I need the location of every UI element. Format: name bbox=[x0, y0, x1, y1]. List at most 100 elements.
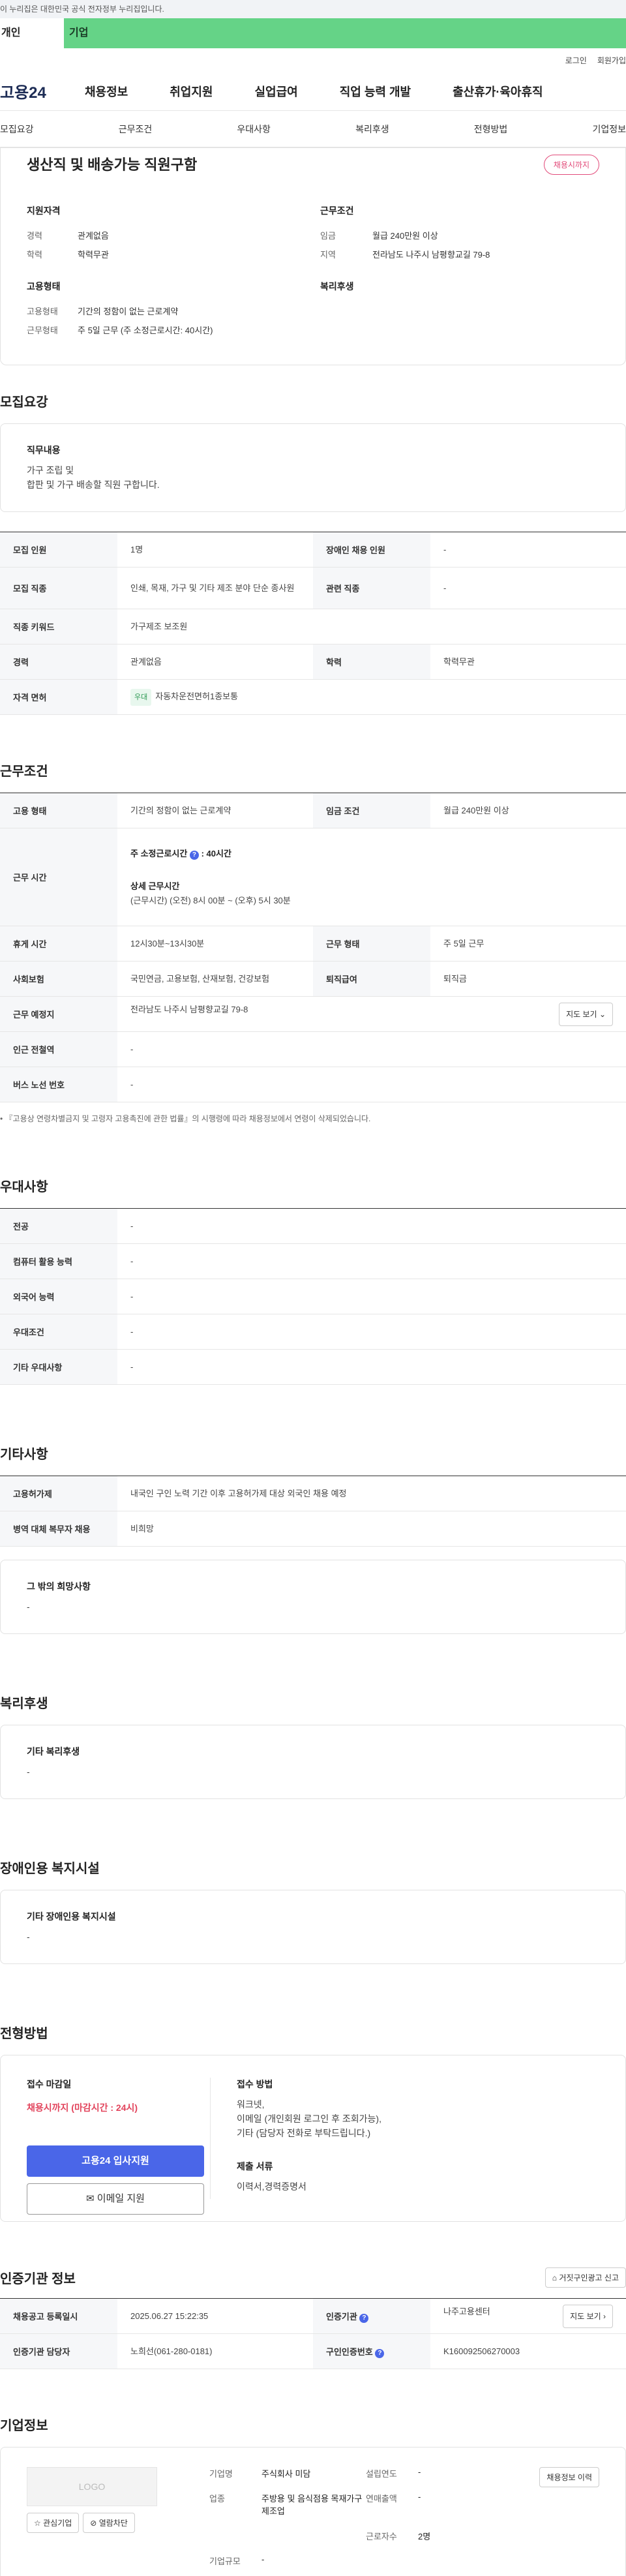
block-view-label: 열람차단 bbox=[98, 2519, 128, 2528]
chevron-down-icon: ⌄ bbox=[599, 1009, 606, 1019]
row-label: 버스 노선 번호 bbox=[0, 1067, 117, 1102]
interest-company-button[interactable]: ☆ 관심기업 bbox=[27, 2513, 80, 2533]
table-row: 경력 관계없음 학력 학력무관 bbox=[0, 644, 626, 680]
row-value: - bbox=[117, 1031, 626, 1067]
nav-employment-support[interactable]: 취업지원 bbox=[170, 83, 213, 100]
welfare-box-heading: 기타 복리후생 bbox=[27, 1746, 80, 1757]
anchor-conditions[interactable]: 근무조건 bbox=[119, 123, 153, 136]
job-history-button[interactable]: 채용정보 이력 bbox=[539, 2467, 599, 2487]
hours-week: 주 소정근로시간 ? : 40시간 bbox=[130, 847, 613, 861]
company-year-value: - bbox=[418, 2467, 421, 2477]
row-value: 노희선(061-280-0181) bbox=[117, 2333, 313, 2369]
license-value: 자동차운전면허1종보통 bbox=[155, 691, 239, 701]
row-value: 내국인 구인 노력 기간 이후 고용허가제 대상 외국인 채용 예정 bbox=[117, 1476, 626, 1511]
anchor-company[interactable]: 기업정보 bbox=[592, 123, 626, 136]
signup-link[interactable]: 회원가입 bbox=[597, 55, 626, 66]
row-label: 근무 형태 bbox=[313, 926, 430, 962]
logo[interactable]: 고용24 bbox=[0, 80, 85, 102]
row-label: 근무 시간 bbox=[0, 828, 117, 926]
anchor-process[interactable]: 전형방법 bbox=[474, 123, 508, 136]
work-wage-label: 임금 bbox=[320, 231, 336, 241]
anchor-recruit[interactable]: 모집요강 bbox=[0, 123, 34, 136]
qual-heading: 지원자격 bbox=[27, 205, 61, 216]
tab-company[interactable]: 기업 bbox=[64, 18, 626, 48]
method-line: 이메일 (개인회원 로그인 후 조회가능), bbox=[237, 2114, 381, 2124]
email-apply-button[interactable]: ✉ 이메일 지원 bbox=[27, 2183, 204, 2215]
anchor-preference[interactable]: 우대사항 bbox=[237, 123, 271, 136]
nav-maternity-leave[interactable]: 출산휴가·육아휴직 bbox=[453, 83, 543, 100]
type-shape-value: 주 5일 근무 (주 소정근로시간: 40시간) bbox=[78, 326, 213, 335]
table-row: 채용공고 등록일시 2025.06.27 15:22:35 인증기관 ? 나주고… bbox=[0, 2298, 626, 2334]
table-row: 모집 인원 1명 장애인 채용 인원 - bbox=[0, 532, 626, 568]
qual-edu-value: 학력무관 bbox=[78, 250, 109, 260]
main-nav: 고용24 채용정보 취업지원 실업급여 직업 능력 개발 출산휴가·육아휴직 bbox=[0, 72, 626, 111]
tab-personal[interactable]: 개인 bbox=[0, 18, 64, 48]
row-label: 인근 전철역 bbox=[0, 1031, 117, 1067]
agency-num-label: 구인인증번호 bbox=[326, 2346, 373, 2357]
table-row: 외국어 능력 - bbox=[0, 1279, 626, 1314]
facility-section-title: 장애인용 복지시설 bbox=[0, 1862, 100, 1876]
email-apply-label: 이메일 지원 bbox=[97, 2193, 145, 2204]
place-cell: 전라남도 나주시 남평향교길 79-8 지도 보기 ⌄ bbox=[117, 996, 626, 1032]
row-value: - bbox=[117, 1279, 626, 1314]
agency-map-button[interactable]: 지도 보기 › bbox=[563, 2304, 613, 2328]
type-shape-label: 근무형태 bbox=[27, 326, 58, 335]
row-label: 구인인증번호 ? bbox=[313, 2333, 430, 2369]
chevron-right-icon: › bbox=[603, 2311, 606, 2321]
duty-text-1: 가구 조립 및 bbox=[27, 465, 74, 476]
summary-card: 생산직 및 배송가능 직원구함 채용시까지 지원자격 경력 관계없음 학력 학력무관… bbox=[0, 147, 626, 365]
agency-section-title: 인증기관 정보 bbox=[0, 2272, 76, 2286]
block-view-button[interactable]: ⊘ 열람차단 bbox=[83, 2513, 135, 2533]
company-info-grid: 기업명 주식회사 미담 설립연도 - 업종 주방용 및 음식점용 목재가구 제조업 연… bbox=[209, 2467, 496, 2570]
hours-week-label: 주 소정근로시간 bbox=[130, 848, 188, 858]
age-note-text: 『고용상 연령차별금지 및 고령자 고용촉진에 관한 법률』의 시행령에 따라 … bbox=[5, 1114, 371, 1123]
info-icon[interactable]: ? bbox=[375, 2348, 385, 2358]
row-value: 학력무관 bbox=[430, 644, 626, 680]
recruit-table: 모집 인원 1명 장애인 채용 인원 - 모집 직종 인쇄, 목재, 가구 및 … bbox=[0, 532, 626, 715]
map-button[interactable]: 지도 보기 ⌄ bbox=[559, 1002, 613, 1026]
etc-table: 고용허가제 내국인 구인 노력 기간 이후 고용허가제 대상 외국인 채용 예정 … bbox=[0, 1476, 626, 1547]
etc-section-title: 기타사항 bbox=[0, 1447, 48, 1462]
anchor-welfare[interactable]: 복리후생 bbox=[355, 123, 389, 136]
home-icon: ⌂ bbox=[552, 2273, 557, 2282]
apply-button[interactable]: 고용24 입사지원 bbox=[27, 2145, 204, 2177]
row-label: 외국어 능력 bbox=[0, 1279, 117, 1314]
duty-text-2: 합판 및 가구 배송할 직원 구합니다. bbox=[27, 479, 160, 490]
login-link[interactable]: 로그인 bbox=[565, 55, 587, 66]
row-value: 1명 bbox=[117, 532, 313, 568]
info-icon[interactable]: ? bbox=[189, 850, 199, 860]
row-value: 기간의 정함이 없는 근로계약 bbox=[117, 793, 313, 828]
report-fake-ad-button[interactable]: ⌂ 거짓구인광고 신고 bbox=[544, 2267, 626, 2288]
hours-detail-value: (근무시간) (오전) 8시 00분 ~ (오후) 5시 30분 bbox=[130, 895, 291, 905]
type-heading: 고용형태 bbox=[27, 281, 61, 292]
table-row: 우대조건 - bbox=[0, 1314, 626, 1350]
preference-section-title: 우대사항 bbox=[0, 1180, 48, 1194]
facility-box-text: - bbox=[27, 1932, 30, 1942]
gov-banner-text: 이 누리집은 대한민국 공식 전자정부 누리집입니다. bbox=[0, 5, 164, 14]
facility-box-heading: 기타 장애인용 복지시설 bbox=[27, 1911, 116, 1922]
summary-employment-type: 고용형태 고용형태 기간의 정함이 없는 근로계약 근무형태 주 5일 근무 (주 … bbox=[27, 280, 301, 342]
mail-icon: ✉ bbox=[86, 2193, 95, 2204]
nav-jobs[interactable]: 채용정보 bbox=[85, 83, 128, 100]
row-value: 비희망 bbox=[117, 1511, 626, 1547]
nav-unemployment-benefit[interactable]: 실업급여 bbox=[255, 83, 298, 100]
row-value: 인쇄, 목재, 가구 및 기타 제조 분야 단순 종사원 bbox=[117, 567, 313, 609]
hours-cell: 주 소정근로시간 ? : 40시간 상세 근무시간 (근무시간) (오전) 8시… bbox=[117, 828, 626, 926]
company-industry-label: 업종 bbox=[209, 2494, 225, 2504]
row-label: 임금 조건 bbox=[313, 793, 430, 828]
agency-org-cell: 나주고용센터 지도 보기 › bbox=[430, 2298, 626, 2334]
process-section-title: 전형방법 bbox=[0, 2027, 48, 2041]
table-row: 자격 면허 우대 자동차운전면허1종보통 bbox=[0, 679, 626, 715]
row-label: 인증기관 ? bbox=[313, 2298, 430, 2334]
hours-week-value: : 40시간 bbox=[201, 848, 231, 858]
table-row: 고용허가제 내국인 구인 노력 기간 이후 고용허가제 대상 외국인 채용 예정 bbox=[0, 1476, 626, 1511]
summary-qualifications: 지원자격 경력 관계없음 학력 학력무관 bbox=[27, 204, 301, 267]
conditions-section-title: 근무조건 bbox=[0, 765, 48, 779]
job-title: 생산직 및 배송가능 직원구함 bbox=[27, 157, 198, 173]
info-icon[interactable]: ? bbox=[359, 2313, 369, 2323]
conditions-table: 고용 형태 기간의 정함이 없는 근로계약 임금 조건 월급 240만원 이상 … bbox=[0, 793, 626, 1102]
work-wage: 임금 월급 240만원 이상 bbox=[320, 229, 594, 241]
nav-vocational-training[interactable]: 직업 능력 개발 bbox=[340, 83, 411, 100]
preference-table: 전공 - 컴퓨터 활용 능력 - 외국어 능력 - 우대조건 - 기타 우대사항 - bbox=[0, 1208, 626, 1385]
process-deadline: 접수 마감일 채용시까지 (마감시간 : 24시) 고용24 입사지원 ✉ 이메… bbox=[27, 2078, 211, 2215]
